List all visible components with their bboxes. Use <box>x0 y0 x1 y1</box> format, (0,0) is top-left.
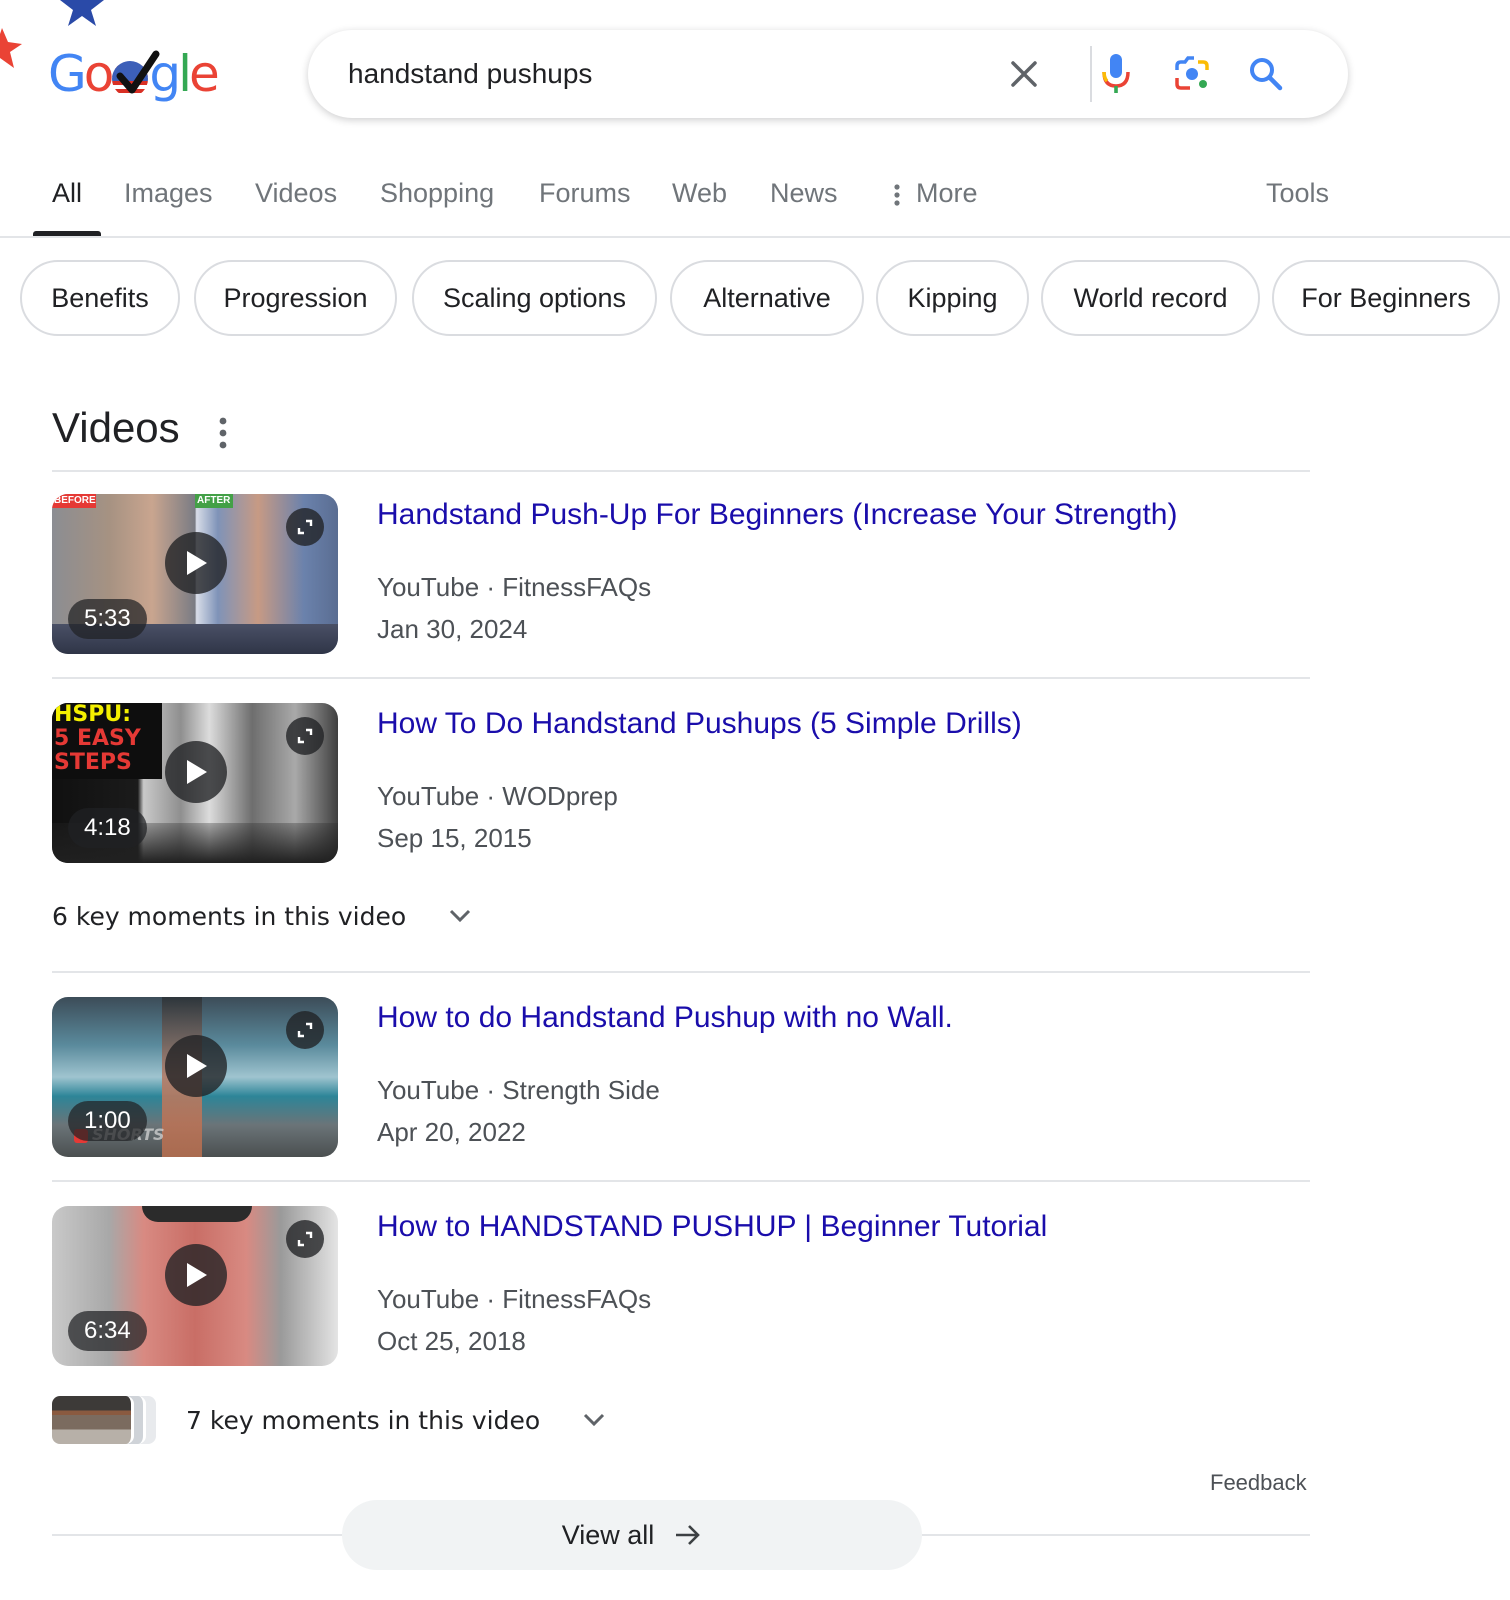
play-button[interactable] <box>165 741 227 803</box>
voice-search-button[interactable] <box>1092 50 1140 98</box>
star-icon <box>0 28 22 68</box>
key-moments-label: 6 key moments in this video <box>52 901 407 931</box>
video-thumbnail[interactable]: HSPU: 5 EASY STEPS 4:18 <box>52 703 338 863</box>
play-icon <box>187 1054 207 1078</box>
camera-lens-icon <box>1175 56 1209 90</box>
video-date: Sep 15, 2015 <box>377 823 532 853</box>
tab-images[interactable]: Images <box>124 178 213 209</box>
chip-kipping[interactable]: Kipping <box>876 260 1029 336</box>
key-moments-label: 7 key moments in this video <box>186 1405 541 1435</box>
arrow-right-icon <box>676 1525 701 1545</box>
active-tab-indicator <box>33 231 101 236</box>
view-all-label: View all <box>561 1519 655 1550</box>
video-duration: 1:00 <box>68 1101 147 1141</box>
chip-alternative[interactable]: Alternative <box>670 260 864 336</box>
feedback-link[interactable]: Feedback <box>1210 1470 1307 1496</box>
video-title-link[interactable]: How to do Handstand Pushup with no Wall. <box>377 1001 953 1035</box>
video-title-link[interactable]: How to HANDSTAND PUSHUP | Beginner Tutor… <box>377 1210 1047 1244</box>
key-moments-toggle[interactable]: 7 key moments in this video <box>52 1396 606 1444</box>
chip-world-record[interactable]: World record <box>1041 260 1260 336</box>
video-result: HSPU: 5 EASY STEPS 4:18 How To Do Handst… <box>52 703 1310 873</box>
video-source: YouTube · FitnessFAQs <box>377 572 652 602</box>
play-icon <box>187 1263 207 1287</box>
tab-forums[interactable]: Forums <box>539 178 631 209</box>
tab-news[interactable]: News <box>770 178 838 209</box>
video-result: 6:34 How to HANDSTAND PUSHUP | Beginner … <box>52 1206 1310 1376</box>
play-button[interactable] <box>165 532 227 594</box>
checkmark-icon <box>116 50 160 94</box>
video-source: YouTube · FitnessFAQs <box>377 1284 652 1314</box>
video-title-link[interactable]: Handstand Push-Up For Beginners (Increas… <box>377 498 1177 532</box>
expand-button[interactable] <box>286 508 324 546</box>
video-date: Jan 30, 2024 <box>377 614 528 644</box>
chevron-down-icon <box>584 1413 605 1427</box>
google-doodle[interactable]: Gogle <box>0 0 240 130</box>
result-divider <box>52 971 1310 973</box>
play-button[interactable] <box>165 1244 227 1306</box>
close-icon <box>1011 61 1037 87</box>
video-duration: 6:34 <box>68 1311 147 1351</box>
tools-button[interactable]: Tools <box>1266 178 1329 209</box>
video-source: YouTube · Strength Side <box>377 1075 660 1105</box>
expand-button[interactable] <box>286 717 324 755</box>
chip-scaling-options[interactable]: Scaling options <box>412 260 657 336</box>
chip-benefits[interactable]: Benefits <box>20 260 180 336</box>
search-by-image-button[interactable] <box>1168 50 1216 98</box>
video-result: SHORTS 1:00 How to do Handstand Pushup w… <box>52 997 1310 1167</box>
play-button[interactable] <box>165 1035 227 1097</box>
view-all-button[interactable]: View all <box>342 1500 922 1570</box>
google-logo[interactable]: Gogle <box>48 44 220 104</box>
key-moments-thumbnails <box>52 1396 156 1444</box>
tab-more[interactable]: More <box>894 178 978 209</box>
microphone-icon <box>1102 54 1130 93</box>
expand-icon <box>297 519 313 535</box>
section-divider <box>52 470 1310 472</box>
expand-icon <box>297 1022 313 1038</box>
tab-videos[interactable]: Videos <box>255 178 337 209</box>
more-vert-icon <box>894 184 900 206</box>
chevron-down-icon <box>450 909 471 923</box>
tab-shopping[interactable]: Shopping <box>380 178 494 209</box>
video-source: YouTube · WODprep <box>377 781 618 811</box>
play-icon <box>187 760 207 784</box>
tab-web[interactable]: Web <box>672 178 727 209</box>
search-input[interactable] <box>348 30 988 118</box>
search-tabs: All Images Videos Shopping Forums Web Ne… <box>0 160 1510 238</box>
search-button[interactable] <box>1242 50 1290 98</box>
expand-icon <box>297 728 313 744</box>
star-icon <box>60 0 104 26</box>
expand-button[interactable] <box>286 1011 324 1049</box>
search-icon <box>1250 58 1283 91</box>
video-date: Apr 20, 2022 <box>377 1117 526 1147</box>
search-box <box>308 30 1348 118</box>
after-label: AFTER <box>195 494 233 508</box>
video-thumbnail[interactable]: BEFORE AFTER 5:33 <box>52 494 338 654</box>
tab-more-label: More <box>916 178 978 208</box>
result-divider <box>52 1180 1310 1182</box>
video-title-link[interactable]: How To Do Handstand Pushups (5 Simple Dr… <box>377 707 1022 741</box>
result-divider <box>52 677 1310 679</box>
video-result: BEFORE AFTER 5:33 Handstand Push-Up For … <box>52 494 1310 664</box>
expand-button[interactable] <box>286 1220 324 1258</box>
chip-for-beginners[interactable]: For Beginners <box>1272 260 1500 336</box>
video-thumbnail[interactable]: 6:34 <box>52 1206 338 1366</box>
more-vert-icon[interactable] <box>213 416 233 450</box>
chip-progression[interactable]: Progression <box>194 260 397 336</box>
section-title: Videos <box>52 404 180 451</box>
play-icon <box>187 551 207 575</box>
video-thumbnail[interactable]: SHORTS 1:00 <box>52 997 338 1157</box>
expand-icon <box>297 1231 313 1247</box>
video-duration: 4:18 <box>68 808 147 848</box>
tab-all[interactable]: All <box>52 178 82 209</box>
key-moments-toggle[interactable]: 6 key moments in this video <box>52 896 472 936</box>
video-date: Oct 25, 2018 <box>377 1326 526 1356</box>
video-duration: 5:33 <box>68 599 147 639</box>
thumbnail-caption: HSPU: 5 EASY STEPS <box>54 703 141 775</box>
clear-search-button[interactable] <box>1000 50 1048 98</box>
before-label: BEFORE <box>52 494 96 508</box>
